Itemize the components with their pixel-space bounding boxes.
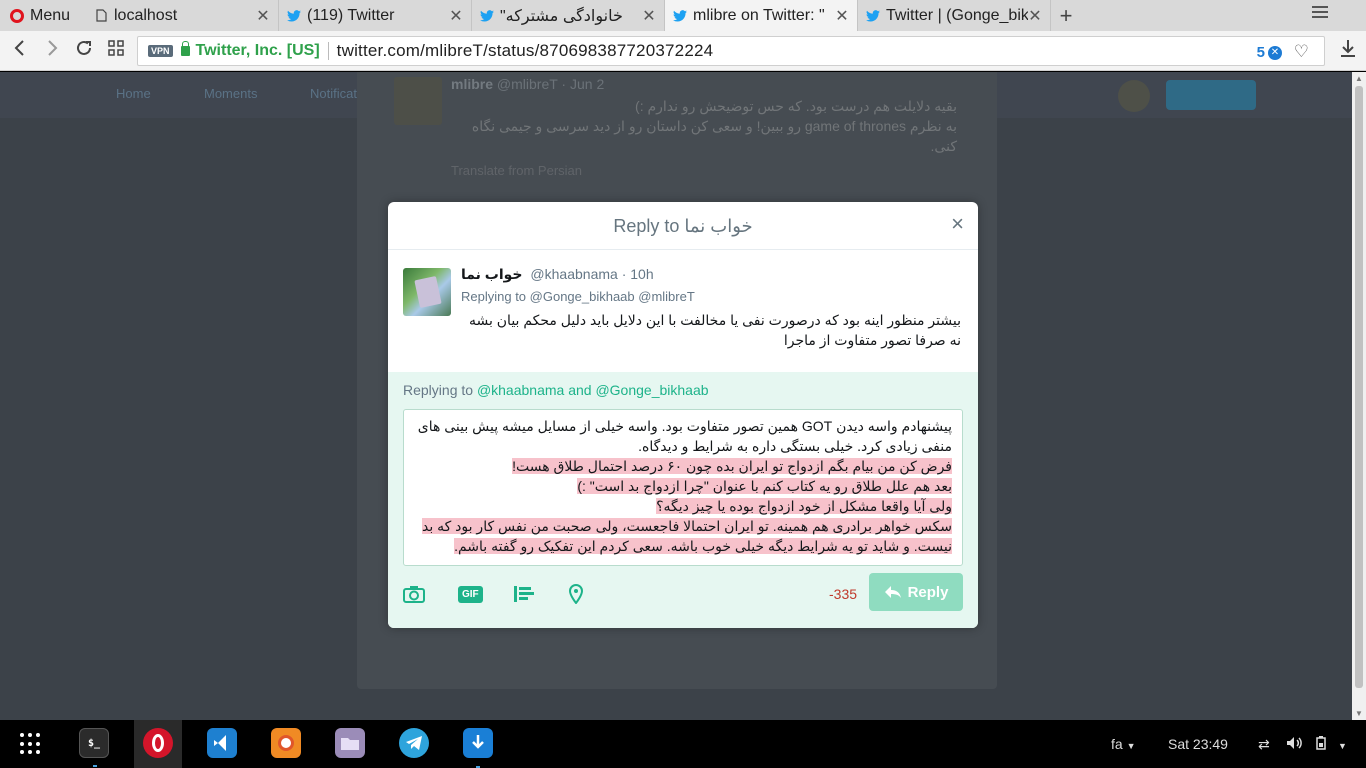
modal-title: Reply to خواب نما: [613, 216, 753, 236]
reply-line-overflow: سکس خواهر برادری هم همینه. تو ایران احتم…: [421, 518, 952, 534]
firefox-icon[interactable]: [271, 728, 301, 758]
tab-gonge-bikhaab[interactable]: Twitter | (Gonge_bik ✕: [858, 0, 1051, 31]
reply-line-overflow: بعد هم علل طلاق رو یه کتاب کنم با عنوان …: [577, 478, 952, 494]
adblock-count: 5: [1256, 44, 1265, 61]
twitter-bird-icon: [673, 9, 687, 23]
terminal-icon[interactable]: $_: [79, 728, 109, 767]
close-tab-icon[interactable]: ✕: [642, 6, 656, 26]
tab-title: localhost: [114, 6, 178, 24]
replying-to-info: Replying to @Gonge_bikhaab @mlibreT: [461, 289, 695, 304]
clock[interactable]: Sat 23:49: [1168, 736, 1228, 752]
forward-arrow-icon[interactable]: [40, 39, 64, 63]
tweet-text: بیشتر منظور اینه بود که درصورت نفی یا مخ…: [468, 312, 961, 348]
profile-avatar: [1118, 80, 1150, 112]
tweet-text: بقیه دلایلت هم درست بود. که حس توضیحش رو…: [471, 98, 957, 154]
modal-header: Reply to خواب نما ×: [388, 202, 978, 250]
close-tab-icon[interactable]: ✕: [256, 6, 270, 26]
close-tab-icon[interactable]: ✕: [835, 6, 849, 26]
download-icon[interactable]: [1340, 39, 1356, 62]
avatar[interactable]: [403, 268, 451, 316]
page-scrollbar[interactable]: ▲ ▼: [1352, 72, 1366, 720]
twitter-bird-icon: [480, 9, 494, 23]
close-icon[interactable]: ×: [951, 202, 964, 246]
location-pin-icon[interactable]: [568, 582, 623, 606]
character-counter: -335: [829, 586, 858, 602]
new-tab-button[interactable]: +: [1051, 0, 1081, 31]
composer-toolbar: GIF: [403, 582, 623, 606]
tab-title: (119) Twitter: [307, 6, 395, 24]
vscode-icon[interactable]: [207, 728, 237, 758]
reply-line: منفی زیادی کرد. خیلی بستگی داره به شرایط…: [638, 438, 952, 454]
keyboard-layout-indicator[interactable]: fa ▼: [1111, 736, 1136, 752]
opera-icon[interactable]: [143, 728, 173, 758]
tab-twitter-home[interactable]: (119) Twitter ✕: [279, 0, 472, 31]
translate-link: Translate from Persian: [451, 163, 583, 178]
app-launcher-icon[interactable]: [20, 733, 42, 755]
nav-home: Home: [116, 86, 151, 101]
twitter-bird-icon: [287, 9, 301, 23]
tab-title: Twitter | (Gonge_bik: [886, 6, 1028, 24]
scrollbar-thumb[interactable]: [1355, 86, 1363, 688]
browser-toolbar: VPN Twitter, Inc. [US] twitter.com/mlibr…: [0, 31, 1366, 71]
system-taskbar: $_ fa ▼ Sat 23:49 ⇄ ▼: [0, 720, 1366, 768]
opera-logo-icon: [10, 8, 24, 23]
tab-twitter-thread[interactable]: خانوادگی مشترکه" ✕: [472, 0, 665, 31]
lock-icon: [180, 41, 190, 56]
files-icon[interactable]: [335, 728, 365, 758]
document-icon: [94, 9, 108, 23]
reply-line-overflow: نیست. و شاید تو یه شرایط دیگه خیلی خوب ب…: [454, 538, 952, 554]
reply-button-label: Reply: [907, 583, 949, 601]
reload-icon[interactable]: [72, 39, 96, 63]
close-tab-icon[interactable]: ✕: [1028, 6, 1042, 26]
network-icon[interactable]: ⇄: [1258, 736, 1270, 753]
scroll-up-icon[interactable]: ▲: [1355, 74, 1363, 83]
twitter-bird-icon: [866, 9, 880, 23]
speed-dial-grid-icon[interactable]: [104, 39, 128, 63]
bookmark-heart-icon[interactable]: ♡: [1294, 42, 1309, 62]
download-manager-icon[interactable]: [463, 728, 493, 768]
reply-arrow-icon: [884, 586, 901, 598]
display-name[interactable]: خواب نما: [461, 266, 523, 282]
handle-time: @khaabnama · 10h: [530, 266, 654, 282]
system-menu-icon[interactable]: ▼: [1338, 736, 1347, 752]
url-text[interactable]: twitter.com/mlibreT/status/8706983877203…: [337, 41, 714, 61]
back-arrow-icon[interactable]: [8, 39, 32, 63]
opera-menu-button[interactable]: Menu: [0, 0, 86, 31]
certificate-owner[interactable]: Twitter, Inc. [US]: [196, 42, 320, 60]
tab-localhost[interactable]: localhost ✕: [86, 0, 279, 31]
tweet-button: [1166, 80, 1256, 110]
close-tab-icon[interactable]: ✕: [449, 6, 463, 26]
scroll-down-icon[interactable]: ▼: [1355, 709, 1363, 718]
replying-to-label: Replying to @khaabnama and @Gonge_bikhaa…: [403, 382, 709, 398]
reply-composer: Replying to @khaabnama and @Gonge_bikhaa…: [388, 372, 978, 628]
battery-icon[interactable]: [1316, 736, 1326, 753]
camera-icon[interactable]: [403, 582, 458, 606]
replying-users-link[interactable]: @khaabnama and @Gonge_bikhaab: [477, 382, 709, 398]
tab-menu-icon[interactable]: [1312, 6, 1328, 20]
reply-button[interactable]: Reply: [869, 573, 963, 611]
tweet-author: mlibre @mlibreT · Jun 2: [451, 76, 605, 92]
reply-line: پیشنهادم واسه دیدن GOT همین تصور متفاوت …: [417, 418, 952, 434]
menu-label: Menu: [30, 6, 71, 24]
tab-mlibre-status[interactable]: mlibre on Twitter: " ✕: [665, 0, 858, 31]
telegram-icon[interactable]: [399, 728, 429, 758]
tab-title: mlibre on Twitter: ": [693, 6, 825, 24]
avatar: [394, 77, 442, 125]
gif-icon[interactable]: GIF: [458, 582, 513, 606]
poll-icon[interactable]: [513, 582, 568, 606]
url-separator: [327, 42, 329, 60]
nav-moments: Moments: [204, 86, 258, 101]
tab-title: خانوادگی مشترکه": [500, 7, 623, 25]
reply-modal: Reply to خواب نما × خواب نما @khaabnama …: [388, 202, 978, 628]
reply-textarea[interactable]: پیشنهادم واسه دیدن GOT همین تصور متفاوت …: [403, 409, 963, 566]
reply-line-overflow: ولی آیا واقعا مشکل از خود ازدواج بوده یا…: [656, 498, 952, 514]
address-bar[interactable]: VPN Twitter, Inc. [US] twitter.com/mlibr…: [137, 36, 1325, 66]
tweet-author: خواب نما @khaabnama · 10h: [461, 266, 654, 283]
browser-tab-bar: Menu localhost ✕ (119) Twitter ✕ خانوادگ…: [0, 0, 1366, 31]
adblock-indicator[interactable]: 5 ✕: [1257, 44, 1282, 61]
vpn-badge[interactable]: VPN: [148, 45, 173, 57]
volume-icon[interactable]: [1286, 736, 1302, 753]
adblock-icon: ✕: [1268, 45, 1282, 60]
reply-line-overflow: فرض کن من بیام بگم ازدواج تو ایران بده چ…: [512, 458, 952, 474]
